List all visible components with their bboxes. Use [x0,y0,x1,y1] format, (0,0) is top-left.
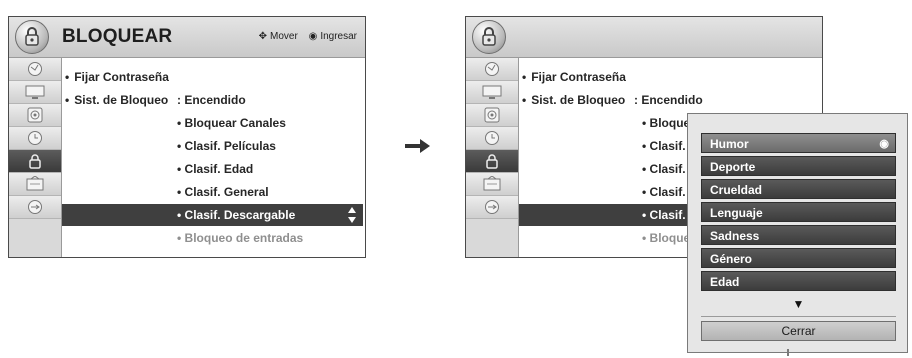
menu-item-age-rating[interactable]: • Clasif. Edad [177,158,253,180]
arrow-right-icon [405,139,430,153]
menu-item-label: Sist. de Bloqueo [531,93,626,107]
panel-header: BLOQUEAR ✥ Mover ◉ Ingresar [9,17,365,58]
page-title: BLOQUEAR [62,26,173,47]
menu-item-movie-rating[interactable]: • Clasif. [642,135,686,157]
menu-item-label: Sist. de Bloqueo [74,93,169,107]
menu-item-general-rating[interactable]: • Clasif. [642,181,686,203]
lock-icon [486,154,498,169]
hint-move-label: Mover [270,31,298,42]
option-label: Sadness [710,229,760,243]
antenna-icon [28,62,42,76]
picture-icon [25,85,45,99]
audio-icon [27,107,43,123]
menu-item-age-rating[interactable]: • Clasif. [642,158,686,180]
divider [701,316,896,317]
input-icon [26,176,44,191]
option-edad[interactable]: Edad [701,271,896,291]
menu-item-set-password[interactable]: • Fijar Contraseña [522,66,626,88]
clock-icon [485,131,499,145]
sidebar-item-input[interactable] [9,173,61,196]
panel-header [466,17,822,58]
option-label: Humor [710,137,749,151]
menu-item-set-password[interactable]: • Fijar Contraseña [65,66,169,88]
menu-item-general-rating[interactable]: • Clasif. General [177,181,269,203]
option-genero[interactable]: Género [701,248,896,268]
menu-item-downloadable-rating[interactable]: • Clasif. [642,204,686,226]
sidebar-item-input[interactable] [466,173,518,196]
option-label: Deporte [710,160,756,174]
lock-system-value: : Encendido [634,93,703,107]
menu-item-block-channels[interactable]: • Bloquear Canales [177,112,286,134]
lock-icon [15,20,49,54]
sidebar-item-lock[interactable] [466,150,518,173]
move-icon: ✥ [258,31,267,42]
lock-system-value: : Encendido [177,93,246,107]
menu-item-lock-system[interactable]: • Sist. de Bloqueo [522,89,625,111]
hint-move: ✥ Mover [259,31,298,42]
menu-item-downloadable-rating[interactable]: • Clasif. Descargable [177,204,295,226]
option-deporte[interactable]: Deporte [701,156,896,176]
enter-icon: ◉ [308,31,318,42]
menu-item-lock-system[interactable]: • Sist. de Bloqueo [65,89,168,111]
sidebar-item-usb[interactable] [466,196,518,219]
hint-enter-label: Ingresar [320,31,357,42]
close-button[interactable]: Cerrar [701,321,896,341]
lock-icon [472,20,506,54]
sidebar-item-lock[interactable] [9,150,61,173]
sidebar-item-channel[interactable] [9,58,61,81]
option-label: Crueldad [710,183,763,197]
audio-icon [484,107,500,123]
popup-pointer [787,349,789,356]
option-label: Género [710,252,753,266]
sidebar-item-picture[interactable] [466,81,518,104]
antenna-icon [485,62,499,76]
picture-icon [482,85,502,99]
category-select-popup: Humor ◉ Deporte Crueldad Lenguaje Sadnes… [687,113,908,353]
scroll-down-icon[interactable]: ▼ [701,294,896,314]
menu-item-movie-rating[interactable]: • Clasif. Películas [177,135,276,157]
sidebar-item-channel[interactable] [466,58,518,81]
sidebar-item-usb[interactable] [9,196,61,219]
menu-item-input-block[interactable]: • Bloque [642,227,690,249]
menu-item-label: Fijar Contraseña [74,70,169,84]
lock-menu-panel: BLOQUEAR ✥ Mover ◉ Ingresar • Fijar Cont… [8,16,366,258]
radio-selected-icon: ◉ [879,138,889,150]
key-hints: ✥ Mover ◉ Ingresar [251,31,357,42]
category-sidebar [466,58,519,257]
popup-options: Humor ◉ Deporte Crueldad Lenguaje Sadnes… [701,133,896,341]
usb-icon [485,200,499,214]
sidebar-item-audio[interactable] [466,104,518,127]
option-label: Lenguaje [710,206,763,220]
sidebar-item-time[interactable] [466,127,518,150]
clock-icon [28,131,42,145]
menu-item-label: Fijar Contraseña [531,70,626,84]
option-crueldad[interactable]: Crueldad [701,179,896,199]
usb-icon [28,200,42,214]
option-humor[interactable]: Humor ◉ [701,133,896,153]
hint-enter: ◉ Ingresar [309,31,357,42]
input-icon [483,176,501,191]
category-sidebar [9,58,62,257]
option-label: Edad [710,275,740,289]
sidebar-item-audio[interactable] [9,104,61,127]
sidebar-item-picture[interactable] [9,81,61,104]
lock-icon [29,154,41,169]
menu-item-input-block[interactable]: • Bloqueo de entradas [177,227,303,249]
up-down-arrows-icon [348,207,356,223]
option-lenguaje[interactable]: Lenguaje [701,202,896,222]
option-sadness[interactable]: Sadness [701,225,896,245]
sidebar-item-time[interactable] [9,127,61,150]
